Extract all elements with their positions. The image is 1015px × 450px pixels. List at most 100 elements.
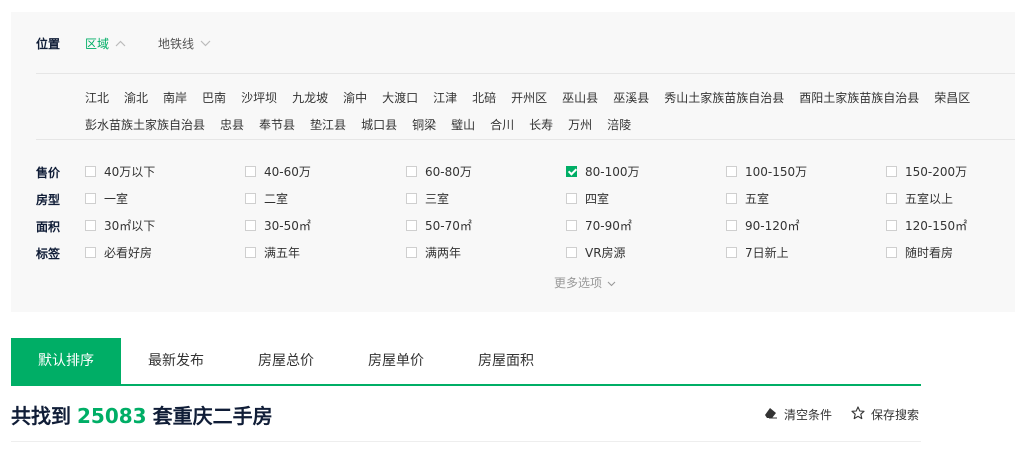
district-link[interactable]: 城口县	[361, 116, 397, 133]
layout-option[interactable]: 五室以上	[886, 190, 953, 207]
district-link[interactable]: 渝北	[124, 89, 148, 106]
price-option[interactable]: 100-150万	[726, 163, 807, 180]
layout-option[interactable]: 二室	[245, 190, 288, 207]
district-link[interactable]: 万州	[568, 116, 592, 133]
layout-label: 房型	[36, 193, 61, 207]
district-link[interactable]: 涪陵	[607, 116, 631, 133]
sort-tab-total-price[interactable]: 房屋总价	[231, 338, 341, 384]
district-link[interactable]: 南岸	[163, 89, 187, 106]
district-link[interactable]: 巫溪县	[613, 89, 649, 106]
divider	[36, 73, 1015, 74]
layout-option[interactable]: 三室	[406, 190, 449, 207]
checkbox[interactable]	[245, 247, 256, 258]
sort-tab-area[interactable]: 房屋面积	[451, 338, 561, 384]
layout-option[interactable]: 一室	[85, 190, 128, 207]
tags-option[interactable]: 满五年	[245, 244, 300, 261]
area-option[interactable]: 120-150㎡	[886, 217, 967, 234]
checkbox[interactable]	[406, 220, 417, 231]
price-option[interactable]: 150-200万	[886, 163, 967, 180]
tab-metro-label: 地铁线	[158, 37, 195, 51]
option-label: VR房源	[585, 246, 626, 260]
checkbox[interactable]	[566, 193, 577, 204]
checkbox[interactable]	[886, 193, 897, 204]
checkbox[interactable]	[406, 193, 417, 204]
tags-option[interactable]: 必看好房	[85, 244, 152, 261]
checkbox[interactable]	[245, 193, 256, 204]
area-option[interactable]: 30-50㎡	[245, 217, 311, 234]
sort-tab-unit-price[interactable]: 房屋单价	[341, 338, 451, 384]
price-filter-row: 售价 40万以下 40-60万 60-80万 80-100万 100-150万 150-2…	[11, 161, 1015, 181]
district-link[interactable]: 渝中	[343, 89, 367, 106]
checkbox[interactable]	[566, 166, 577, 177]
checkbox[interactable]	[245, 166, 256, 177]
checkbox[interactable]	[85, 247, 96, 258]
checkbox[interactable]	[726, 166, 737, 177]
more-options-button[interactable]: 更多选项	[554, 274, 616, 291]
tags-option[interactable]: 满两年	[406, 244, 461, 261]
district-link[interactable]: 铜梁	[412, 116, 436, 133]
district-link[interactable]: 巴南	[202, 89, 226, 106]
district-link[interactable]: 秀山土家族苗族自治县	[664, 89, 784, 106]
district-link[interactable]: 巫山县	[562, 89, 598, 106]
save-search-button[interactable]: 保存搜索	[851, 406, 919, 423]
district-link[interactable]: 大渡口	[382, 89, 418, 106]
checkbox[interactable]	[85, 166, 96, 177]
option-label: 60-80万	[425, 165, 472, 179]
result-summary: 共找到 25083 套重庆二手房	[11, 400, 273, 429]
tags-option[interactable]: 随时看房	[886, 244, 953, 261]
district-link[interactable]: 北碚	[472, 89, 496, 106]
tab-region[interactable]: 区域	[85, 35, 126, 52]
district-link[interactable]: 垫江县	[310, 116, 346, 133]
option-label: 三室	[425, 192, 450, 206]
result-count: 25083	[77, 404, 147, 428]
sort-tab-newest[interactable]: 最新发布	[121, 338, 231, 384]
option-label: 四室	[585, 192, 610, 206]
layout-option[interactable]: 五室	[726, 190, 769, 207]
option-label: 一室	[104, 192, 129, 206]
checkbox[interactable]	[85, 193, 96, 204]
district-link[interactable]: 忠县	[220, 116, 244, 133]
checkbox[interactable]	[406, 166, 417, 177]
district-link[interactable]: 奉节县	[259, 116, 295, 133]
sort-tab-label: 房屋单价	[368, 353, 424, 369]
tab-metro[interactable]: 地铁线	[158, 35, 211, 52]
checkbox[interactable]	[886, 247, 897, 258]
checkbox[interactable]	[886, 220, 897, 231]
district-link[interactable]: 沙坪坝	[241, 89, 277, 106]
area-option[interactable]: 70-90㎡	[566, 217, 632, 234]
price-option[interactable]: 40-60万	[245, 163, 311, 180]
district-link[interactable]: 开州区	[511, 89, 547, 106]
tags-option[interactable]: VR房源	[566, 244, 626, 261]
district-link[interactable]: 彭水苗族土家族自治县	[85, 116, 205, 133]
checkbox[interactable]	[726, 247, 737, 258]
district-link[interactable]: 璧山	[451, 116, 475, 133]
checkbox[interactable]	[886, 166, 897, 177]
area-option[interactable]: 90-120㎡	[726, 217, 800, 234]
checkbox[interactable]	[726, 220, 737, 231]
divider	[11, 441, 921, 442]
checkbox[interactable]	[566, 220, 577, 231]
district-link[interactable]: 江北	[85, 89, 109, 106]
checkbox[interactable]	[85, 220, 96, 231]
district-link[interactable]: 长寿	[529, 116, 553, 133]
tags-option[interactable]: 7日新上	[726, 244, 789, 261]
area-option[interactable]: 50-70㎡	[406, 217, 472, 234]
district-link[interactable]: 九龙坡	[292, 89, 328, 106]
district-link[interactable]: 合川	[490, 116, 514, 133]
district-link[interactable]: 江津	[433, 89, 457, 106]
district-link[interactable]: 荣昌区	[934, 89, 970, 106]
checkbox[interactable]	[726, 193, 737, 204]
sort-tab-default[interactable]: 默认排序	[11, 338, 121, 384]
checkbox[interactable]	[566, 247, 577, 258]
checkbox[interactable]	[406, 247, 417, 258]
price-option[interactable]: 80-100万	[566, 163, 640, 180]
clear-filters-button[interactable]: 清空条件	[764, 406, 832, 423]
district-link[interactable]: 酉阳土家族苗族自治县	[799, 89, 919, 106]
price-option[interactable]: 40万以下	[85, 163, 155, 180]
save-search-label: 保存搜索	[871, 408, 920, 422]
price-option[interactable]: 60-80万	[406, 163, 472, 180]
area-option[interactable]: 30㎡以下	[85, 217, 155, 234]
option-label: 80-100万	[585, 165, 640, 179]
layout-option[interactable]: 四室	[566, 190, 609, 207]
checkbox[interactable]	[245, 220, 256, 231]
